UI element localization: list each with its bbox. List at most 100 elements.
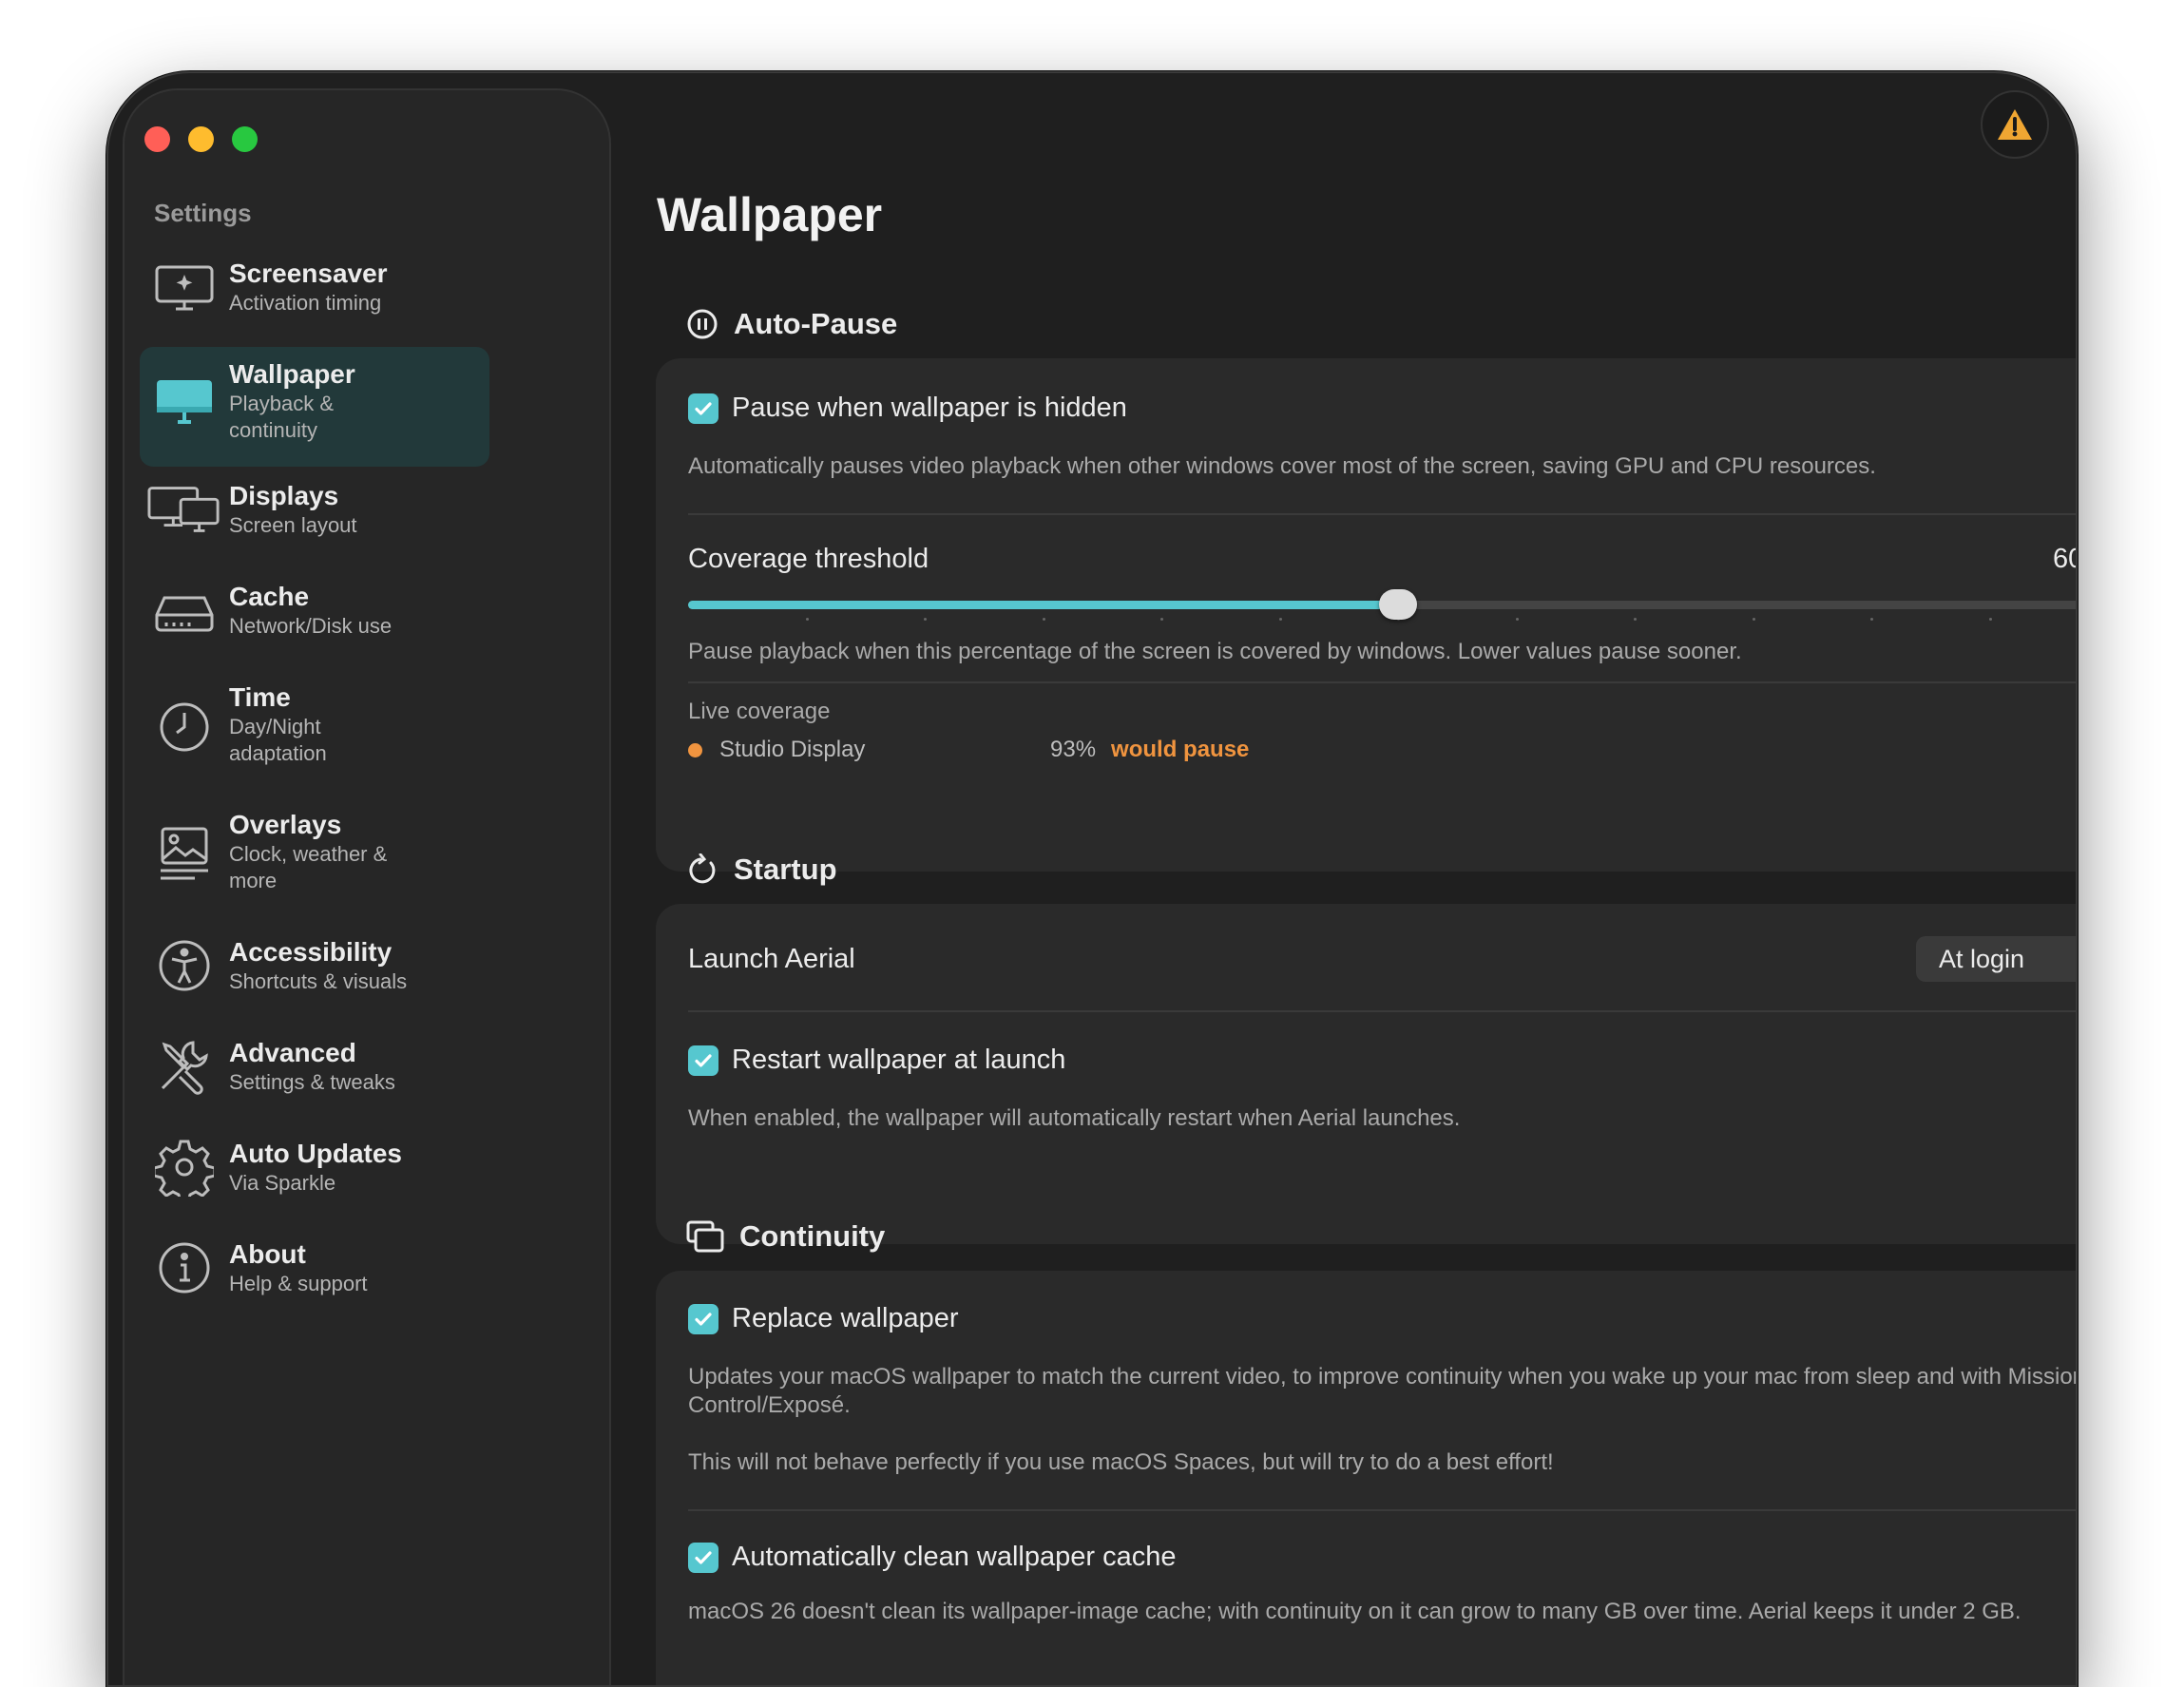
sidebar-item-sub: Activation timing bbox=[229, 291, 382, 315]
sidebar-item-sub: Clock, weather & more bbox=[229, 842, 388, 892]
restart-launch-desc: When enabled, the wallpaper will automat… bbox=[688, 1105, 1461, 1131]
disk-icon bbox=[140, 579, 229, 642]
startup-card: Launch Aerial At login Restart wallpaper… bbox=[656, 904, 2076, 1244]
sidebar-item-screensaver[interactable]: Screensaver Activation timing bbox=[140, 246, 489, 347]
slider-tick bbox=[1988, 618, 1992, 621]
sidebar-item-label: About bbox=[229, 1239, 306, 1269]
clock-icon bbox=[140, 680, 229, 775]
slider-tick bbox=[1634, 618, 1637, 621]
sidebar-item-time[interactable]: Time Day/Night adaptation bbox=[140, 670, 489, 797]
clean-cache-row[interactable]: Automatically clean wallpaper cache bbox=[688, 1542, 2076, 1573]
section-title: Startup bbox=[734, 853, 837, 886]
replace-wallpaper-desc: Updates your macOS wallpaper to match th… bbox=[688, 1364, 2078, 1418]
slider-ticks bbox=[688, 618, 2076, 622]
slider-tick bbox=[1278, 618, 1282, 621]
sidebar-item-cache[interactable]: Cache Network/Disk use bbox=[140, 569, 489, 670]
checkmark-icon bbox=[695, 1312, 712, 1326]
coverage-threshold-slider[interactable] bbox=[688, 588, 2076, 622]
pause-hidden-desc: Automatically pauses video playback when… bbox=[688, 453, 1876, 479]
launch-aerial-label: Launch Aerial bbox=[688, 943, 855, 974]
window-controls bbox=[144, 126, 258, 152]
gear-icon bbox=[140, 1136, 229, 1198]
sidebar-item-label: Overlays bbox=[229, 810, 342, 839]
divider bbox=[688, 1010, 2076, 1012]
replace-wallpaper-note: This will not behave perfectly if you us… bbox=[688, 1449, 1554, 1475]
coverage-threshold-value: 60% bbox=[2052, 544, 2076, 574]
divider bbox=[688, 681, 2076, 683]
pause-hidden-checkbox[interactable] bbox=[688, 393, 718, 424]
slider-tick bbox=[1515, 618, 1519, 621]
sidebar-item-sub: Settings & tweaks bbox=[229, 1070, 395, 1094]
checkmark-icon bbox=[695, 401, 712, 415]
status-dot bbox=[688, 742, 702, 757]
sidebar-item-label: Time bbox=[229, 682, 291, 712]
section-heading-continuity: Continuity bbox=[686, 1219, 885, 1254]
sidebar-item-wallpaper[interactable]: Wallpaper Playback & continuity bbox=[140, 347, 489, 467]
sidebar-item-label: Wallpaper bbox=[229, 359, 355, 389]
sidebar-item-about[interactable]: About Help & support bbox=[140, 1227, 489, 1328]
sidebar-item-accessibility[interactable]: Accessibility Shortcuts & visuals bbox=[140, 925, 489, 1026]
main-content: Wallpaper Auto-Pause Pause when wallpape… bbox=[551, 73, 2076, 1685]
sidebar-item-displays[interactable]: Displays Screen layout bbox=[140, 469, 489, 569]
sidebar-item-sub: Network/Disk use bbox=[229, 614, 393, 638]
warning-icon bbox=[1998, 109, 2032, 140]
live-coverage-status: would pause bbox=[1111, 737, 1250, 762]
minimize-window-button[interactable] bbox=[188, 126, 214, 152]
launch-aerial-value: At login bbox=[1939, 944, 2025, 973]
pause-hidden-label: Pause when wallpaper is hidden bbox=[732, 393, 1127, 423]
slider-tick bbox=[1160, 618, 1163, 621]
section-title: Continuity bbox=[739, 1219, 886, 1253]
slider-tick bbox=[1870, 618, 1873, 621]
replace-wallpaper-checkbox[interactable] bbox=[688, 1303, 718, 1334]
live-coverage-title: Live coverage bbox=[688, 699, 831, 724]
warning-button[interactable] bbox=[1981, 90, 2049, 159]
sidebar-item-label: Accessibility bbox=[229, 937, 393, 967]
screensaver-icon bbox=[140, 256, 229, 318]
slider-tick bbox=[924, 618, 927, 621]
sidebar-item-sub: Screen layout bbox=[229, 513, 357, 537]
pause-hidden-row[interactable]: Pause when wallpaper is hidden bbox=[688, 393, 2076, 424]
divider bbox=[688, 1509, 2076, 1511]
divider bbox=[688, 513, 2076, 515]
sidebar-title: Settings bbox=[154, 199, 252, 227]
sidebar-item-label: Advanced bbox=[229, 1038, 356, 1067]
sidebar-item-auto-updates[interactable]: Auto Updates Via Sparkle bbox=[140, 1126, 489, 1227]
sidebar-item-sub: Via Sparkle bbox=[229, 1171, 336, 1195]
coverage-threshold-row: Coverage threshold 60% bbox=[688, 544, 2076, 575]
sidebar-item-sub: Help & support bbox=[229, 1272, 368, 1295]
sidebar-item-sub: Shortcuts & visuals bbox=[229, 969, 408, 993]
zoom-window-button[interactable] bbox=[232, 126, 258, 152]
restart-launch-label: Restart wallpaper at launch bbox=[732, 1045, 1066, 1075]
slider-tick bbox=[1752, 618, 1755, 621]
slider-tick bbox=[1042, 618, 1045, 621]
sidebar-nav: Screensaver Activation timing Wallpaper … bbox=[140, 246, 489, 1328]
sidebar-item-label: Auto Updates bbox=[229, 1139, 402, 1168]
section-title: Auto-Pause bbox=[734, 307, 898, 340]
live-display-name: Studio Display bbox=[719, 737, 866, 762]
replace-wallpaper-row[interactable]: Replace wallpaper bbox=[688, 1303, 2076, 1334]
slider-thumb[interactable] bbox=[1379, 589, 1417, 620]
restart-launch-checkbox[interactable] bbox=[688, 1045, 718, 1076]
sidebar-item-overlays[interactable]: Overlays Clock, weather & more bbox=[140, 797, 489, 925]
launch-aerial-select[interactable]: At login bbox=[1916, 936, 2076, 982]
pause-circle-icon bbox=[687, 309, 718, 339]
accessibility-icon bbox=[140, 934, 229, 997]
launch-aerial-row: Launch Aerial At login bbox=[688, 936, 2076, 982]
monitor-icon bbox=[140, 356, 229, 444]
clean-cache-checkbox[interactable] bbox=[688, 1542, 718, 1573]
continuity-card: Replace wallpaper Updates your macOS wal… bbox=[656, 1271, 2078, 1685]
coverage-threshold-label: Coverage threshold bbox=[688, 544, 929, 574]
live-coverage-percent: 93% bbox=[1050, 737, 1097, 762]
sidebar-item-label: Displays bbox=[229, 481, 339, 510]
close-window-button[interactable] bbox=[144, 126, 170, 152]
settings-window: Settings Screensaver Activation timing W… bbox=[106, 71, 2078, 1687]
live-coverage-row: Studio Display 93% would pause bbox=[688, 737, 2076, 763]
sidebar-item-advanced[interactable]: Advanced Settings & tweaks bbox=[140, 1026, 489, 1126]
sidebar-item-sub: Day/Night adaptation bbox=[229, 715, 327, 765]
restart-launch-row[interactable]: Restart wallpaper at launch bbox=[688, 1045, 2076, 1076]
image-overlay-icon bbox=[140, 807, 229, 902]
page-title: Wallpaper bbox=[657, 188, 883, 241]
slider-tick bbox=[805, 618, 809, 621]
slider-fill bbox=[688, 601, 1398, 609]
restart-icon bbox=[689, 853, 716, 884]
